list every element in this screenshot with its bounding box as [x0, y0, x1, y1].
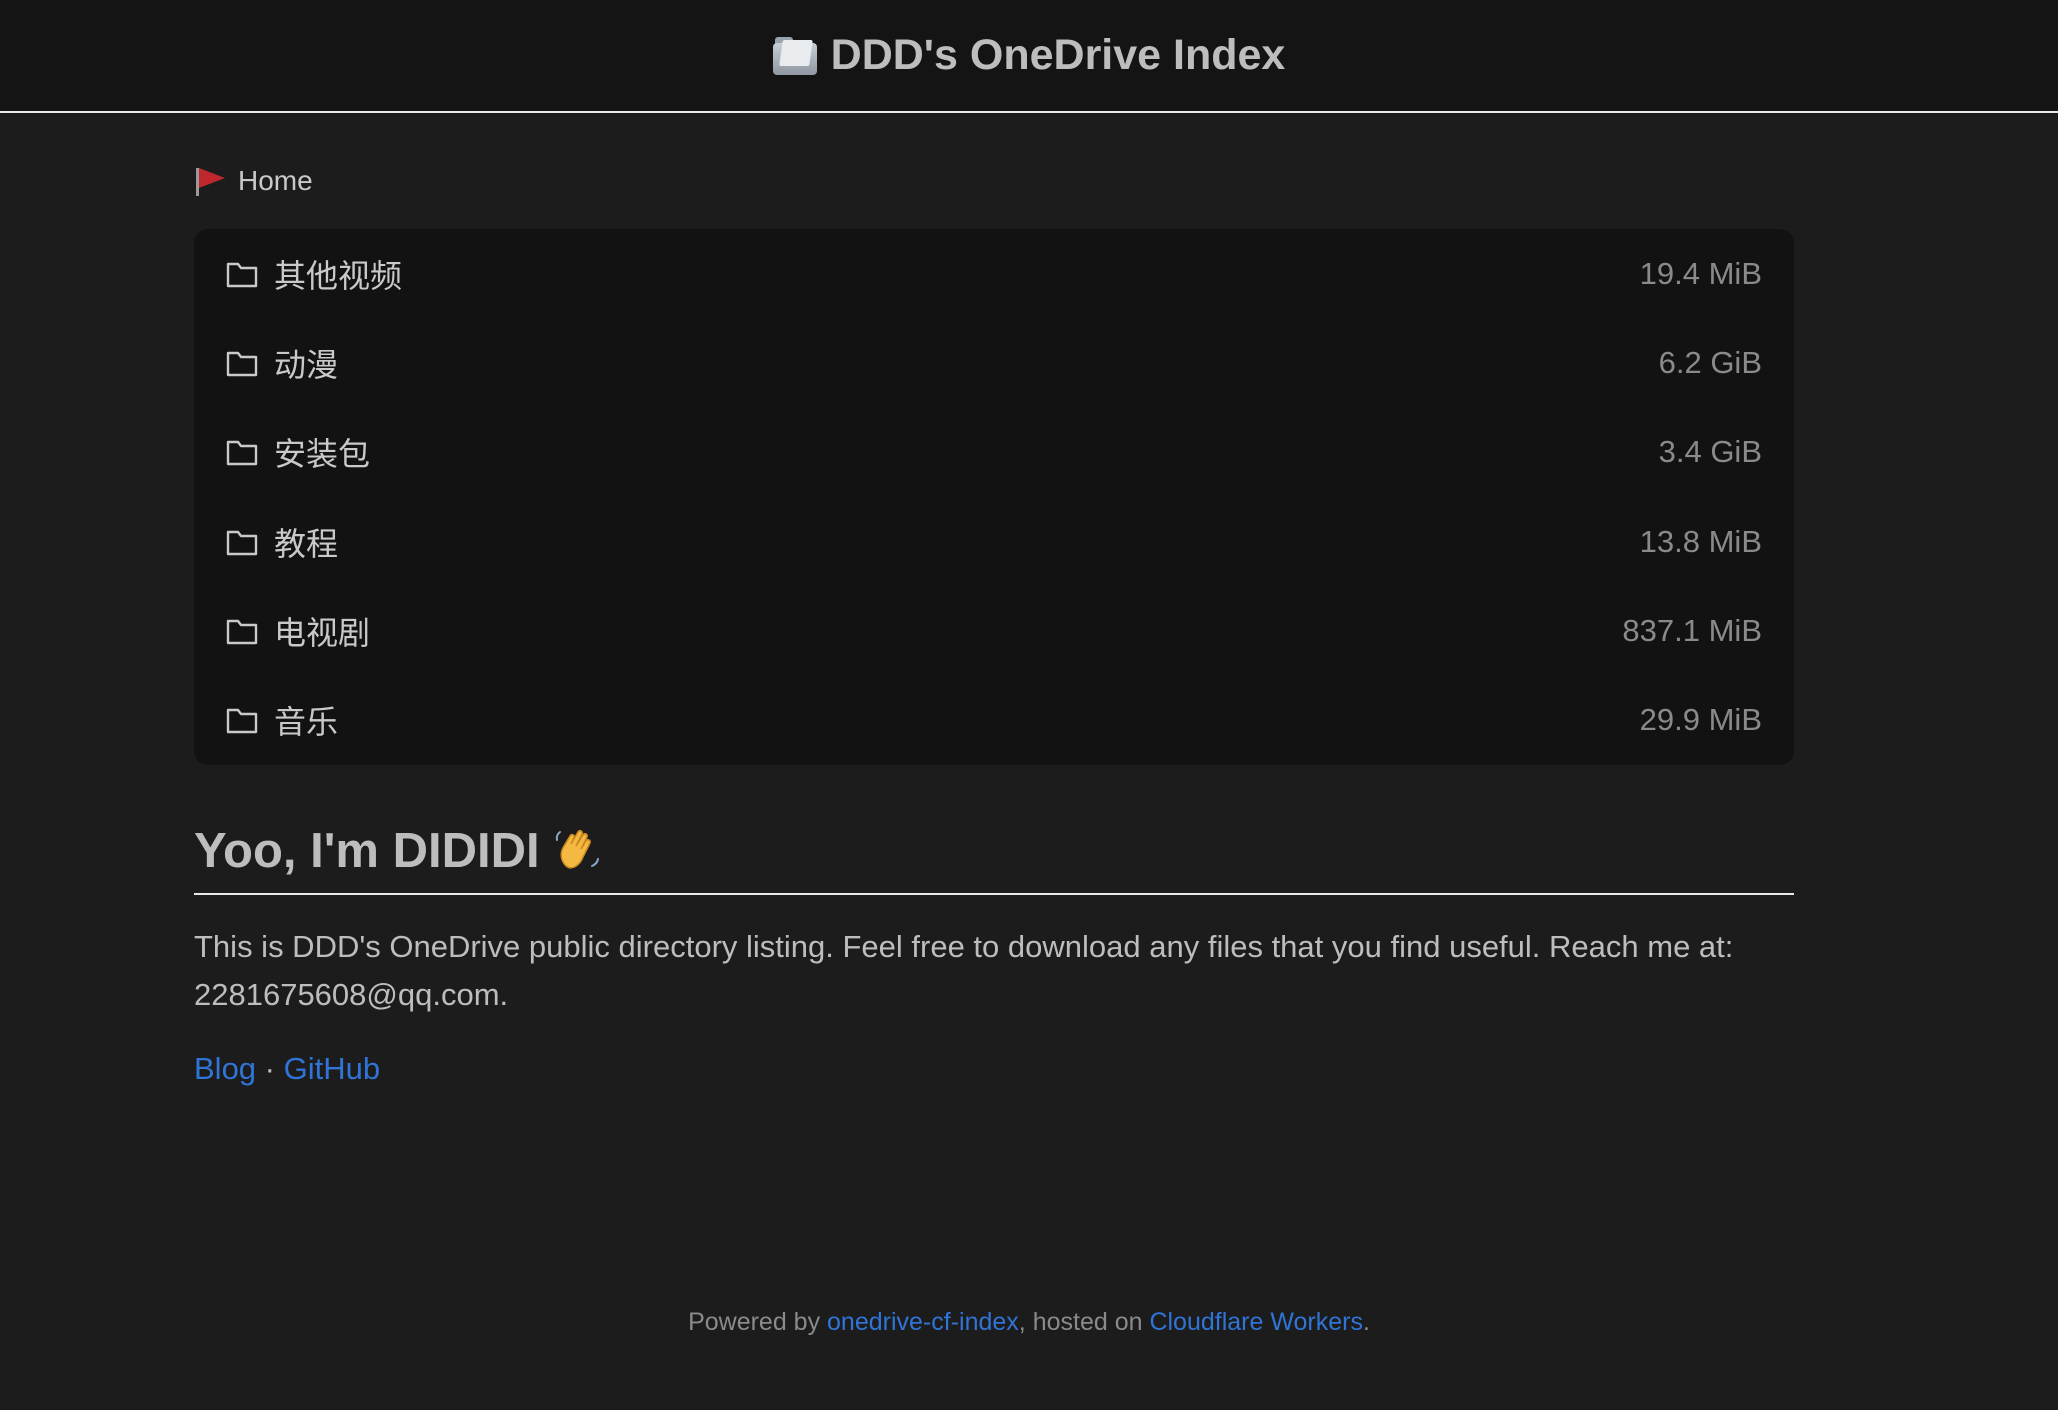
main-content: Home 其他视频 19.4 MiB 动漫 6.2 GiB 安装包 3.4 Gi…	[194, 111, 1794, 1087]
readme-heading: Yoo, I'm DIDIDI	[194, 823, 1794, 895]
folder-icon	[226, 708, 258, 734]
cloudflare-workers-link[interactable]: Cloudflare Workers	[1149, 1308, 1363, 1336]
readme-title-text: Yoo, I'm DIDIDI	[194, 823, 540, 878]
file-name: 安装包	[274, 435, 371, 474]
github-link[interactable]: GitHub	[284, 1051, 380, 1086]
footer-middle: , hosted on	[1018, 1308, 1150, 1336]
file-name: 电视剧	[274, 613, 371, 652]
folder-icon	[226, 441, 258, 466]
file-list: 其他视频 19.4 MiB 动漫 6.2 GiB 安装包 3.4 GiB 教程 …	[194, 229, 1794, 765]
file-size: 3.4 GiB	[1658, 434, 1762, 470]
site-title-text: DDD's OneDrive Index	[830, 31, 1286, 79]
file-list-item[interactable]: 电视剧 837.1 MiB	[194, 586, 1794, 675]
folder-icon	[226, 619, 258, 645]
file-size: 19.4 MiB	[1639, 255, 1762, 291]
file-size: 13.8 MiB	[1639, 523, 1762, 559]
file-size: 6.2 GiB	[1658, 344, 1762, 380]
readme-body: This is DDD's OneDrive public directory …	[194, 928, 1734, 1012]
file-name: 音乐	[274, 703, 339, 742]
file-size: 29.9 MiB	[1639, 702, 1762, 738]
project-link[interactable]: onedrive-cf-index	[827, 1308, 1019, 1336]
footer-prefix: Powered by	[688, 1308, 828, 1336]
breadcrumb: Home	[194, 161, 1794, 201]
file-list-item[interactable]: 教程 13.8 MiB	[194, 497, 1794, 586]
folder-emoji-icon	[772, 36, 817, 75]
file-list-item[interactable]: 其他视频 19.4 MiB	[194, 229, 1794, 318]
folder-icon	[226, 530, 258, 555]
file-name: 动漫	[274, 345, 339, 384]
file-name: 教程	[274, 524, 339, 563]
file-size: 837.1 MiB	[1622, 612, 1762, 648]
file-name: 其他视频	[274, 256, 403, 295]
blog-link[interactable]: Blog	[194, 1051, 256, 1086]
file-list-item[interactable]: 动漫 6.2 GiB	[194, 318, 1794, 407]
site-header: DDD's OneDrive Index	[0, 0, 2058, 113]
site-footer: Powered by onedrive-cf-index, hosted on …	[0, 1308, 2058, 1337]
footer-suffix: .	[1362, 1308, 1370, 1336]
flag-icon	[194, 166, 226, 196]
breadcrumb-home-link[interactable]: Home	[238, 165, 313, 197]
site-title[interactable]: DDD's OneDrive Index	[772, 31, 1286, 80]
waving-hand-icon	[555, 829, 599, 869]
folder-icon	[226, 262, 258, 287]
link-separator: ·	[264, 1050, 275, 1086]
file-list-item[interactable]: 音乐 29.9 MiB	[194, 675, 1794, 764]
file-list-item[interactable]: 安装包 3.4 GiB	[194, 408, 1794, 497]
readme-links: Blog · GitHub	[194, 1051, 1794, 1087]
folder-icon	[226, 351, 258, 377]
